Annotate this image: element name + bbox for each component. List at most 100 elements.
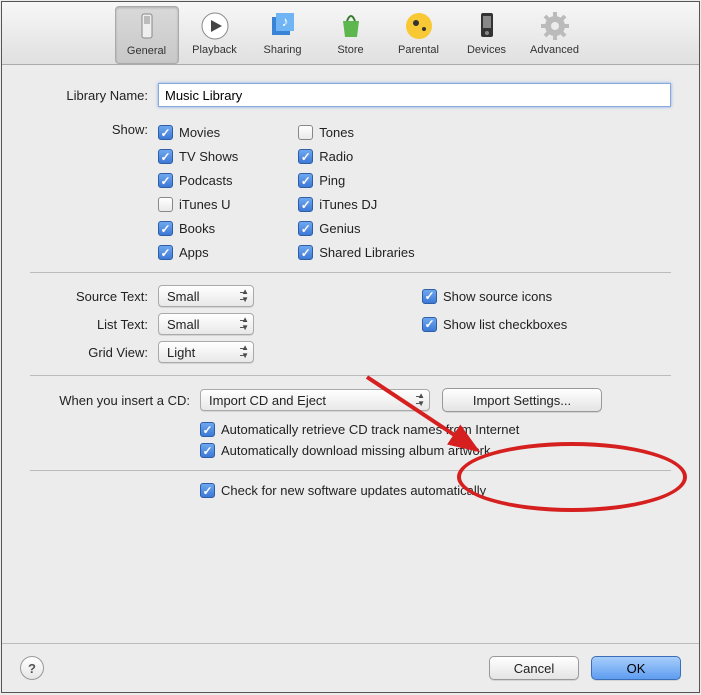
gear-icon xyxy=(539,10,571,42)
button-label: OK xyxy=(627,661,646,676)
checkbox-icon xyxy=(158,125,173,140)
preferences-window: General Playback ♪ Sharing Store Parenta… xyxy=(1,1,700,693)
checkbox-icon xyxy=(158,245,173,260)
tab-parental[interactable]: Parental xyxy=(387,6,451,64)
auto-artwork-checkbox[interactable]: Automatically download missing album art… xyxy=(200,443,491,458)
tab-label: General xyxy=(127,45,166,57)
tab-playback[interactable]: Playback xyxy=(183,6,247,64)
checkbox-label: Apps xyxy=(179,245,209,260)
tab-store[interactable]: Store xyxy=(319,6,383,64)
checkbox-icon xyxy=(298,197,313,212)
check-updates-checkbox[interactable]: Check for new software updates automatic… xyxy=(200,483,486,498)
checkbox-label: Radio xyxy=(319,149,353,164)
grid-view-label: Grid View: xyxy=(30,345,158,360)
checkbox-label: Podcasts xyxy=(179,173,232,188)
checkbox-icon xyxy=(298,173,313,188)
checkbox-label: TV Shows xyxy=(179,149,238,164)
checkbox-icon xyxy=(158,197,173,212)
general-pane: Library Name: Show: Movies TV Shows Podcas… xyxy=(2,65,699,498)
checkbox-label: iTunes DJ xyxy=(319,197,377,212)
checkbox-icon xyxy=(298,125,313,140)
checkbox-icon xyxy=(158,173,173,188)
divider xyxy=(30,272,671,273)
show-checkbox-shared-libraries[interactable]: Shared Libraries xyxy=(298,245,414,260)
insert-cd-label: When you insert a CD: xyxy=(30,393,200,408)
checkbox-label: Genius xyxy=(319,221,360,236)
insert-cd-popup[interactable]: Import CD and Eject ▲▼ xyxy=(200,389,430,411)
show-label: Show: xyxy=(30,121,158,137)
show-checkbox-books[interactable]: Books xyxy=(158,221,238,236)
ok-button[interactable]: OK xyxy=(591,656,681,680)
show-checkbox-tones[interactable]: Tones xyxy=(298,125,414,140)
checkbox-icon xyxy=(200,443,215,458)
tab-advanced[interactable]: Advanced xyxy=(523,6,587,64)
checkbox-icon xyxy=(298,149,313,164)
checkbox-icon xyxy=(158,221,173,236)
checkbox-label: Show source icons xyxy=(443,289,552,304)
switch-icon xyxy=(131,11,163,43)
bottom-bar: ? Cancel OK xyxy=(2,643,699,692)
checkbox-label: iTunes U xyxy=(179,197,231,212)
checkbox-label: Show list checkboxes xyxy=(443,317,567,332)
source-text-label: Source Text: xyxy=(30,289,158,304)
library-name-input[interactable] xyxy=(158,83,671,107)
parental-icon xyxy=(403,10,435,42)
tab-label: Sharing xyxy=(264,44,302,56)
popup-value: Light xyxy=(167,345,195,360)
checkbox-icon xyxy=(298,221,313,236)
sharing-icon: ♪ xyxy=(267,10,299,42)
show-checkbox-itunes-u[interactable]: iTunes U xyxy=(158,197,238,212)
cancel-button[interactable]: Cancel xyxy=(489,656,579,680)
checkbox-label: Movies xyxy=(179,125,220,140)
popup-value: Small xyxy=(167,317,200,332)
divider xyxy=(30,470,671,471)
library-name-label: Library Name: xyxy=(30,88,158,103)
checkbox-label: Automatically download missing album art… xyxy=(221,443,491,458)
show-checkbox-apps[interactable]: Apps xyxy=(158,245,238,260)
tab-label: Store xyxy=(337,44,363,56)
devices-icon xyxy=(471,10,503,42)
tab-devices[interactable]: Devices xyxy=(455,6,519,64)
checkbox-icon xyxy=(158,149,173,164)
help-button[interactable]: ? xyxy=(20,656,44,680)
show-checkbox-podcasts[interactable]: Podcasts xyxy=(158,173,238,188)
popup-value: Import CD and Eject xyxy=(209,393,326,408)
button-label: Cancel xyxy=(514,661,554,676)
button-label: Import Settings... xyxy=(473,393,571,408)
auto-retrieve-checkbox[interactable]: Automatically retrieve CD track names fr… xyxy=(200,422,519,437)
show-source-icons-checkbox[interactable]: Show source icons xyxy=(422,289,552,304)
play-icon xyxy=(199,10,231,42)
checkbox-label: Automatically retrieve CD track names fr… xyxy=(221,422,519,437)
tab-general[interactable]: General xyxy=(115,6,179,64)
show-list-checkboxes-checkbox[interactable]: Show list checkboxes xyxy=(422,317,567,332)
tab-label: Advanced xyxy=(530,44,579,56)
show-checkbox-tv-shows[interactable]: TV Shows xyxy=(158,149,238,164)
checkbox-icon xyxy=(422,289,437,304)
preferences-toolbar: General Playback ♪ Sharing Store Parenta… xyxy=(2,2,699,65)
show-checkbox-movies[interactable]: Movies xyxy=(158,125,238,140)
import-settings-button[interactable]: Import Settings... xyxy=(442,388,602,412)
show-checkbox-radio[interactable]: Radio xyxy=(298,149,414,164)
checkbox-icon xyxy=(422,317,437,332)
checkbox-icon xyxy=(200,483,215,498)
checkbox-icon xyxy=(200,422,215,437)
checkbox-label: Tones xyxy=(319,125,354,140)
svg-text:♪: ♪ xyxy=(281,13,288,29)
tab-label: Playback xyxy=(192,44,237,56)
checkbox-label: Books xyxy=(179,221,215,236)
source-text-popup[interactable]: Small ▲▼ xyxy=(158,285,254,307)
list-text-label: List Text: xyxy=(30,317,158,332)
show-checkbox-itunes-dj[interactable]: iTunes DJ xyxy=(298,197,414,212)
grid-view-popup[interactable]: Light ▲▼ xyxy=(158,341,254,363)
show-checkbox-ping[interactable]: Ping xyxy=(298,173,414,188)
list-text-popup[interactable]: Small ▲▼ xyxy=(158,313,254,335)
checkbox-label: Check for new software updates automatic… xyxy=(221,483,486,498)
store-icon xyxy=(335,10,367,42)
tab-sharing[interactable]: ♪ Sharing xyxy=(251,6,315,64)
help-icon: ? xyxy=(28,661,36,676)
checkbox-icon xyxy=(298,245,313,260)
checkbox-label: Ping xyxy=(319,173,345,188)
popup-value: Small xyxy=(167,289,200,304)
show-checkbox-genius[interactable]: Genius xyxy=(298,221,414,236)
divider xyxy=(30,375,671,376)
